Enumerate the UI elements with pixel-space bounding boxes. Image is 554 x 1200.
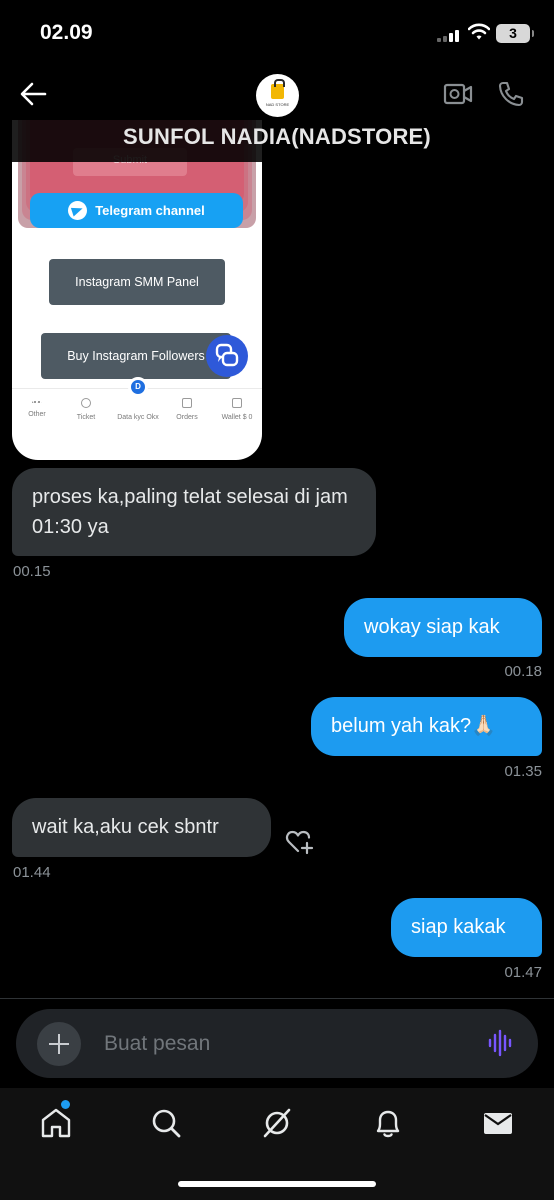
smm-panel-button: Instagram SMM Panel bbox=[49, 259, 225, 305]
video-camera-icon bbox=[443, 83, 473, 105]
message-timestamp: 01.47 bbox=[504, 964, 542, 981]
telegram-label: Telegram channel bbox=[95, 203, 205, 218]
arrow-left-icon bbox=[20, 82, 47, 106]
composer-divider bbox=[0, 998, 554, 999]
wifi-icon bbox=[467, 22, 491, 42]
buy-followers-button: Buy Instagram Followers bbox=[41, 333, 231, 379]
chat-bubble-icon bbox=[206, 335, 248, 377]
nav-search[interactable] bbox=[149, 1106, 183, 1140]
tab-other: Other bbox=[26, 398, 48, 418]
battery-indicator: 3 bbox=[496, 24, 534, 43]
voice-wave-icon bbox=[488, 1029, 512, 1057]
bell-icon bbox=[376, 1110, 400, 1138]
nav-messages[interactable] bbox=[481, 1106, 515, 1140]
status-bar: 02.09 3 bbox=[0, 0, 554, 62]
tab-data-kyc: Data kyc Okx bbox=[117, 414, 159, 421]
message-timestamp: 00.15 bbox=[13, 563, 51, 580]
phone-icon bbox=[498, 81, 524, 107]
add-reaction-button[interactable] bbox=[285, 829, 315, 855]
nav-grok[interactable] bbox=[260, 1106, 294, 1140]
tab-badge: D bbox=[128, 377, 148, 397]
tab-orders: Orders bbox=[175, 398, 199, 421]
home-notification-dot bbox=[61, 1100, 70, 1109]
message-bubble-incoming[interactable]: proses ka,paling telat selesai di jam 01… bbox=[12, 468, 376, 556]
message-bubble-outgoing[interactable]: belum yah kak?🙏🏻 bbox=[311, 697, 542, 756]
telegram-channel-button: Telegram channel bbox=[30, 193, 243, 228]
voice-message-button[interactable] bbox=[487, 1029, 515, 1057]
message-bubble-incoming[interactable]: wait ka,aku cek sbntr bbox=[12, 798, 271, 857]
message-timestamp: 01.44 bbox=[13, 864, 51, 881]
message-composer bbox=[16, 1009, 538, 1078]
heart-plus-icon bbox=[285, 830, 314, 855]
home-indicator[interactable] bbox=[178, 1181, 376, 1187]
back-button[interactable] bbox=[18, 80, 48, 108]
message-input[interactable] bbox=[104, 1028, 464, 1060]
tab-ticket: Ticket bbox=[74, 398, 98, 421]
grok-icon bbox=[263, 1108, 291, 1138]
shopping-bag-icon bbox=[271, 79, 285, 99]
add-attachment-button[interactable] bbox=[37, 1022, 81, 1066]
shared-image-tabbar: D Other Ticket Data kyc Okx Orders Walle… bbox=[12, 377, 262, 430]
video-call-button[interactable] bbox=[443, 80, 473, 108]
home-icon bbox=[41, 1108, 71, 1138]
message-bubble-outgoing[interactable]: wokay siap kak bbox=[344, 598, 542, 657]
voice-call-button[interactable] bbox=[497, 80, 525, 108]
contact-name[interactable]: SUNFOL NADIA(NADSTORE) bbox=[0, 124, 554, 150]
message-bubble-outgoing[interactable]: siap kakak bbox=[391, 898, 542, 957]
tab-wallet: Wallet $ 0 bbox=[219, 398, 255, 421]
message-timestamp: 01.35 bbox=[504, 763, 542, 780]
telegram-icon bbox=[68, 201, 88, 220]
message-timestamp: 00.18 bbox=[504, 663, 542, 680]
shared-image-card[interactable]: Submit Telegram channel Instagram SMM Pa… bbox=[12, 120, 262, 460]
avatar-logo-text: NAD STORE bbox=[265, 102, 290, 107]
search-icon bbox=[152, 1109, 181, 1138]
nav-notifications[interactable] bbox=[371, 1106, 405, 1140]
mail-icon bbox=[484, 1113, 512, 1134]
contact-avatar[interactable]: NAD STORE bbox=[256, 74, 299, 117]
nav-home[interactable] bbox=[39, 1106, 73, 1140]
signal-icon bbox=[437, 30, 461, 42]
status-time: 02.09 bbox=[40, 21, 93, 44]
